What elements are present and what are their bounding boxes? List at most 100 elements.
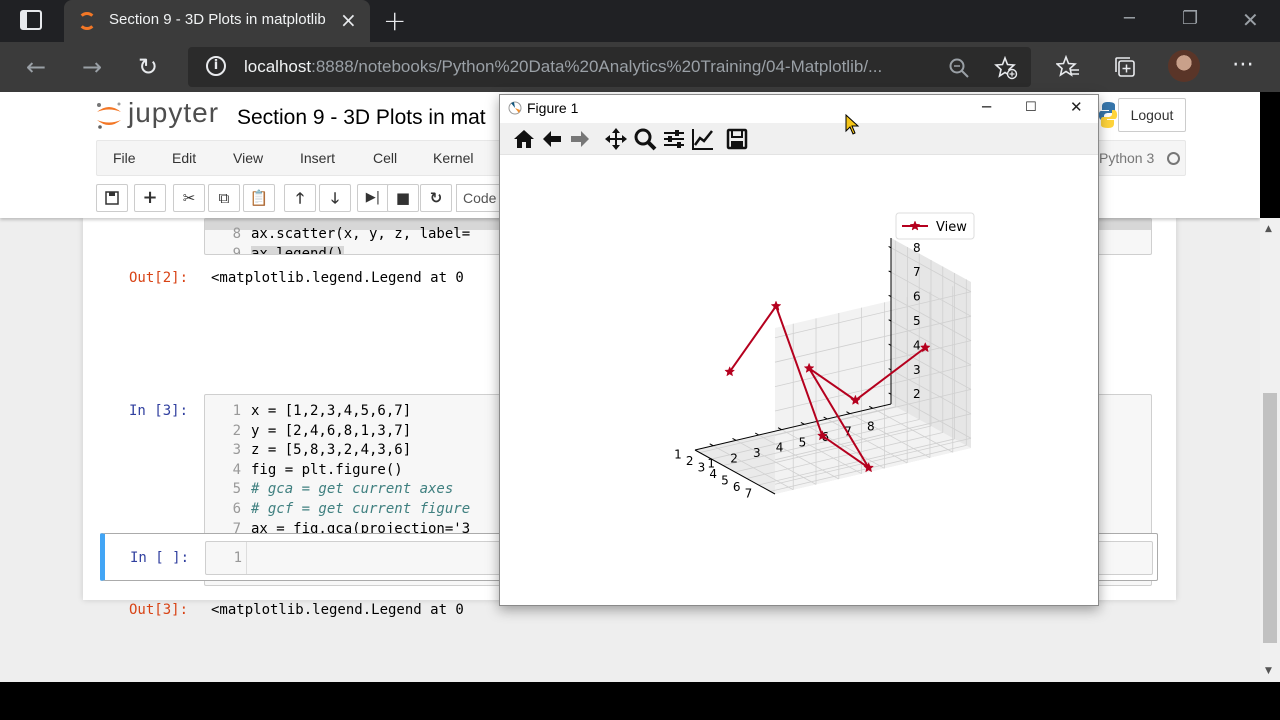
code-text: # gca = get current axes	[251, 481, 454, 498]
3d-plot[interactable]: 1 2 3 4 5 6 7 81 2 3 4 5 6 72345678View	[500, 155, 1098, 605]
profile-avatar[interactable]	[1168, 50, 1200, 82]
pan-icon[interactable]	[604, 127, 628, 151]
line-number: 1	[233, 550, 242, 566]
new-tab-button[interactable]: +	[383, 4, 406, 37]
scroll-down-icon[interactable]: ▼	[1265, 666, 1272, 676]
browser-tabbar: Section 9 - 3D Plots in matplotlib × + ─…	[0, 0, 1280, 42]
logout-button[interactable]: Logout	[1118, 98, 1186, 132]
info-icon[interactable]: i	[206, 56, 226, 76]
forward-icon[interactable]	[568, 127, 592, 151]
figure-toolbar	[500, 123, 1098, 155]
page-scrollbar[interactable]: ▲ ▼	[1260, 218, 1280, 682]
save-icon[interactable]	[96, 184, 128, 212]
minimize-icon[interactable]: ─	[1124, 8, 1135, 29]
line-number: 4	[232, 461, 241, 478]
restart-icon[interactable]: ↻	[420, 184, 452, 212]
y-tick-label: 6	[733, 480, 741, 494]
favorites-icon[interactable]	[1056, 55, 1080, 79]
menu-insert[interactable]: Insert	[300, 150, 335, 166]
y-tick-label: 1	[674, 448, 682, 462]
out3-prompt: Out[3]:	[129, 602, 189, 618]
figure-canvas[interactable]: 1 2 3 4 5 6 7 8 1 2 3 4 5 6 7 2 3 4 5 6 7 8 View	[500, 155, 1098, 605]
figure-minimize-icon[interactable]: ─	[982, 98, 991, 116]
move-down-icon[interactable]: 🡓	[319, 184, 351, 212]
menu-kernel[interactable]: Kernel	[433, 150, 473, 166]
z-tick-label: 6	[913, 290, 921, 304]
mouse-cursor-icon	[845, 114, 860, 135]
z-tick-label: 2	[913, 387, 921, 401]
legend-label: View	[936, 220, 967, 235]
move-up-icon[interactable]: 🡑	[284, 184, 316, 212]
out2-text: <matplotlib.legend.Legend at 0	[211, 270, 464, 286]
jupyter-favicon	[78, 12, 96, 30]
kernel-status-icon	[1167, 152, 1180, 165]
star-add-icon[interactable]	[994, 56, 1018, 80]
collections-icon[interactable]	[1113, 55, 1137, 79]
stop-icon[interactable]: ■	[387, 184, 419, 212]
jupyter-logo-text: jupyter	[128, 97, 220, 128]
matplotlib-icon	[508, 101, 522, 115]
line-number: 2	[232, 422, 241, 439]
url-text: localhost:8888/notebooks/Python%20Data%2…	[244, 57, 883, 76]
x-tick-mark	[732, 437, 737, 441]
zoom-icon[interactable]	[948, 57, 970, 79]
scroll-up-icon[interactable]: ▲	[1265, 224, 1272, 234]
figure-title: Figure 1	[527, 100, 579, 116]
menu-edit[interactable]: Edit	[172, 150, 196, 166]
back-arrow-icon[interactable]: ←	[26, 53, 46, 81]
menu-cell[interactable]: Cell	[373, 150, 397, 166]
tab-close-icon[interactable]: ×	[340, 8, 357, 32]
reload-icon[interactable]: ↻	[138, 53, 158, 81]
code-text: fig = plt.figure()	[251, 461, 403, 478]
configure-subplots-icon[interactable]	[662, 127, 686, 151]
y-tick-label: 5	[721, 473, 729, 487]
run-icon[interactable]: ▶|	[357, 184, 389, 212]
empty-prompt: In [ ]:	[130, 550, 190, 566]
figure-titlebar[interactable]: Figure 1 ─ ☐ ✕	[500, 95, 1098, 123]
save-figure-icon[interactable]	[725, 127, 749, 151]
x-tick-mark	[709, 443, 714, 447]
x-tick-label: 4	[776, 441, 784, 455]
menu-file[interactable]: File	[113, 150, 136, 166]
code-text: # gcf = get current figure	[251, 501, 471, 517]
menu-view[interactable]: View	[233, 150, 263, 166]
insert-cell-icon[interactable]: +	[134, 184, 166, 212]
restore-icon[interactable]: ❐	[1182, 8, 1198, 29]
tab-title: Section 9 - 3D Plots in matplotlib	[109, 11, 326, 28]
out3-text: <matplotlib.legend.Legend at 0	[211, 602, 464, 618]
code-text: x = [1,2,3,4,5,6,7]	[251, 403, 412, 419]
forward-arrow-icon[interactable]: →	[82, 53, 102, 81]
browser-toolbar: ← → ↻ i localhost:8888/notebooks/Python%…	[0, 42, 1280, 92]
browser-tab[interactable]: Section 9 - 3D Plots in matplotlib ×	[64, 0, 370, 42]
python-logo-icon	[1098, 102, 1118, 128]
z-tick-label: 8	[913, 241, 921, 255]
zoom-rect-icon[interactable]	[633, 127, 657, 151]
home-icon[interactable]	[512, 127, 536, 151]
line-number: 6	[232, 501, 241, 517]
figure-window[interactable]: Figure 1 ─ ☐ ✕ 1 2 3 4 5 6 7 8 1 2 3 4 5…	[499, 94, 1099, 606]
y-tick-label: 7	[745, 486, 753, 500]
notebook-title[interactable]: Section 9 - 3D Plots in mat	[237, 106, 486, 130]
x-tick-label: 8	[867, 419, 875, 433]
code-text: y = [2,4,6,8,1,3,7]	[251, 422, 412, 439]
paste-icon[interactable]: 📋	[243, 184, 275, 212]
z-tick-label: 4	[913, 338, 921, 352]
address-bar[interactable]: i localhost:8888/notebooks/Python%20Data…	[188, 47, 1031, 87]
line-number: 1	[232, 403, 241, 419]
out2-prompt: Out[2]:	[129, 270, 189, 286]
z-tick-label: 7	[913, 265, 921, 279]
close-window-icon[interactable]: ✕	[1242, 8, 1259, 32]
line-number: 3	[232, 442, 241, 459]
y-tick-label: 2	[686, 454, 694, 468]
in3-prompt: In [3]:	[129, 403, 189, 419]
y-tick-label: 3	[698, 461, 706, 475]
edit-axes-icon[interactable]	[691, 127, 715, 151]
figure-maximize-icon[interactable]: ☐	[1025, 100, 1037, 115]
back-icon[interactable]	[540, 127, 564, 151]
sidebar-icon[interactable]	[20, 10, 42, 30]
cut-icon[interactable]: ✂	[173, 184, 205, 212]
copy-icon[interactable]: ⧉	[208, 184, 240, 212]
scroll-thumb[interactable]	[1263, 393, 1277, 643]
more-icon[interactable]: ⋯	[1232, 52, 1254, 77]
figure-close-icon[interactable]: ✕	[1070, 98, 1083, 116]
